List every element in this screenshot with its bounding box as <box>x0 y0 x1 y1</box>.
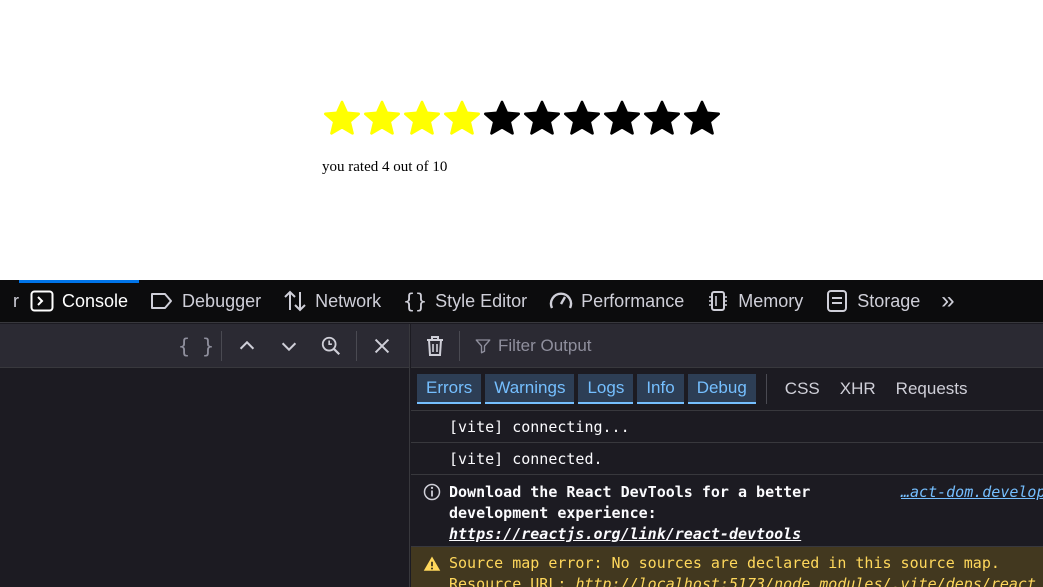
reverse-search-button[interactable] <box>310 324 352 368</box>
filter-divider <box>765 374 767 404</box>
debugger-icon <box>151 293 173 309</box>
memory-icon <box>709 291 728 311</box>
filter-logs[interactable]: Logs <box>578 374 634 404</box>
star-filled-icon[interactable] <box>402 99 442 139</box>
filter-debug[interactable]: Debug <box>687 374 756 404</box>
filter-warnings[interactable]: Warnings <box>485 374 575 404</box>
tab-style-editor[interactable]: {} Style Editor <box>392 280 538 323</box>
resource-url-link[interactable]: http://localhost:5173/node_modules/.vite… <box>575 575 1036 587</box>
tab-memory[interactable]: Memory <box>695 280 814 323</box>
style-editor-icon: {} <box>403 289 427 313</box>
resource-url-label: Resource URL: <box>449 575 576 587</box>
chevron-down-icon <box>281 342 297 351</box>
rating-text: you rated 4 out of 10 <box>322 159 448 175</box>
tab-label: Storage <box>857 290 921 311</box>
tab-label: Console <box>62 290 129 311</box>
tab-console[interactable]: Console <box>19 279 140 323</box>
editor-toolbar: { } <box>0 324 409 368</box>
tab-label: Debugger <box>182 290 262 311</box>
star-filled-icon[interactable] <box>442 99 482 139</box>
trash-icon <box>427 335 443 356</box>
star-empty-icon[interactable] <box>482 99 522 139</box>
network-icon <box>284 290 306 312</box>
star-filled-icon[interactable] <box>322 99 362 139</box>
warning-line-1: Source map error: No sources are declare… <box>449 554 1000 572</box>
filter-info[interactable]: Info <box>637 374 684 404</box>
console-filter-bar <box>411 324 1043 368</box>
message-text: [vite] connecting... <box>449 417 630 436</box>
more-tabs-button[interactable]: » <box>931 287 964 315</box>
console-message: [vite] connected. <box>411 443 1043 475</box>
performance-icon <box>549 292 573 309</box>
clear-console-button[interactable] <box>411 324 459 368</box>
history-search-icon <box>321 336 341 355</box>
pretty-print-button[interactable]: { } <box>175 324 217 368</box>
console-message: [vite] connecting... <box>411 411 1043 443</box>
filter-requests[interactable]: Requests <box>886 379 978 399</box>
chevron-up-icon <box>239 340 255 349</box>
console-editor-pane: { } <box>0 324 410 587</box>
tab-label: Memory <box>738 290 804 311</box>
filter-icon <box>475 338 491 353</box>
toolbar-divider <box>356 330 357 361</box>
filter-errors[interactable]: Errors <box>417 374 482 404</box>
warning-line-2: Resource URL: http://localhost:5173/node… <box>449 574 1043 587</box>
message-source-link[interactable]: …act-dom.develop <box>901 482 1043 503</box>
filter-output-input[interactable] <box>498 335 898 356</box>
tab-debugger[interactable]: Debugger <box>139 280 272 323</box>
star-empty-icon[interactable] <box>562 99 602 139</box>
filter-xhr[interactable]: XHR <box>830 379 886 399</box>
star-empty-icon[interactable] <box>642 99 682 139</box>
tab-label: Performance <box>581 290 685 311</box>
devtools-tabbar: r Console Debugger Network {} Style Edit… <box>0 279 1043 323</box>
svg-text:{}: {} <box>403 289 427 313</box>
console-message-info: Download the React DevTools for a better… <box>411 475 1043 547</box>
console-output-pane: Errors Warnings Logs Info Debug CSS XHR … <box>411 324 1043 587</box>
filter-css[interactable]: CSS <box>775 379 830 399</box>
star-empty-icon[interactable] <box>682 99 722 139</box>
console-message-warning: Source map error: No sources are declare… <box>411 547 1043 587</box>
star-empty-icon[interactable] <box>602 99 642 139</box>
close-editor-button[interactable] <box>361 324 403 368</box>
tab-network[interactable]: Network <box>272 280 392 323</box>
tab-inspector[interactable]: r <box>0 280 19 323</box>
tab-label: Style Editor <box>435 290 528 311</box>
history-next-button[interactable] <box>268 324 310 368</box>
tab-storage[interactable]: Storage <box>814 280 931 323</box>
info-icon <box>423 483 441 501</box>
devtools-panel: r Console Debugger Network {} Style Edit… <box>0 279 1043 587</box>
warning-icon <box>423 556 441 571</box>
storage-icon <box>827 290 848 312</box>
console-icon <box>30 290 54 312</box>
message-text: Download the React DevTools for a better… <box>449 482 889 545</box>
react-devtools-link[interactable]: https://reactjs.org/link/react-devtools <box>449 525 801 543</box>
filter-field <box>459 330 898 361</box>
message-text: [vite] connected. <box>449 449 603 468</box>
message-body: Download the React DevTools for a better… <box>449 483 811 522</box>
page-viewport: you rated 4 out of 10 <box>0 0 1043 280</box>
log-level-filters: Errors Warnings Logs Info Debug CSS XHR … <box>411 368 1043 411</box>
star-filled-icon[interactable] <box>362 99 402 139</box>
star-empty-icon[interactable] <box>522 99 562 139</box>
close-icon <box>374 338 390 353</box>
star-rating[interactable] <box>322 99 722 139</box>
toolbar-divider <box>221 330 222 361</box>
tab-label: Network <box>315 290 382 311</box>
history-prev-button[interactable] <box>226 324 268 368</box>
tab-performance[interactable]: Performance <box>538 280 695 323</box>
